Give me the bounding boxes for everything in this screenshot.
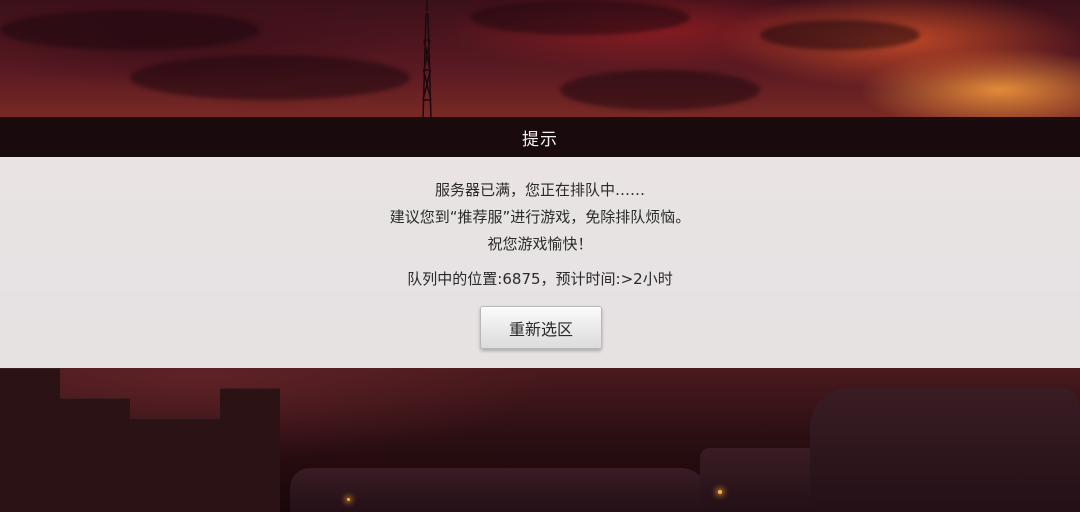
ruined-landscape	[0, 368, 1080, 512]
cloud	[130, 55, 410, 100]
dialog-body: 服务器已满，您正在排队中…… 建议您到“推荐服”进行游戏，免除排队烦恼。 祝您游…	[0, 157, 1080, 368]
dialog-title: 提示	[522, 129, 558, 150]
ruined-building	[60, 398, 130, 512]
ember-spark	[718, 490, 722, 494]
greeting-message: 祝您游戏愉快！	[487, 235, 593, 253]
reselect-server-button[interactable]: 重新选区	[480, 306, 602, 349]
radio-tower-icon	[422, 0, 432, 120]
cloud	[760, 20, 920, 50]
ruined-building	[130, 418, 220, 512]
recommend-server-message: 建议您到“推荐服”进行游戏，免除排队烦恼。	[389, 208, 691, 226]
cloud	[560, 70, 760, 110]
ruined-building	[220, 388, 280, 512]
ruined-building	[0, 368, 60, 512]
dialog-header: 提示	[0, 117, 1080, 157]
rock-ledge	[290, 468, 710, 512]
queue-position-info: 队列中的位置:6875，预计时间:>2小时	[407, 270, 673, 288]
game-background: 提示 服务器已满，您正在排队中…… 建议您到“推荐服”进行游戏，免除排队烦恼。 …	[0, 0, 1080, 512]
ember-spark	[347, 498, 350, 501]
cloud	[470, 0, 690, 35]
sunset-sky	[0, 0, 1080, 120]
cloud	[0, 10, 260, 50]
reselect-server-label: 重新选区	[508, 319, 573, 339]
server-full-message: 服务器已满，您正在排队中……	[434, 181, 645, 199]
rock-cliff	[810, 388, 1080, 512]
